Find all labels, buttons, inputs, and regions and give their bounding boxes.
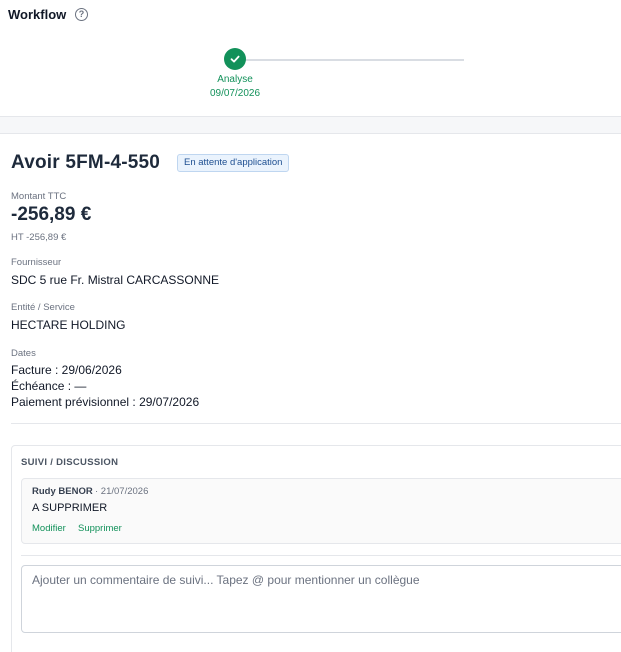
entity-value: HECTARE HOLDING bbox=[11, 318, 126, 332]
edit-comment-button[interactable]: Modifier bbox=[32, 523, 66, 534]
workflow-step-done-indicator[interactable] bbox=[224, 48, 246, 70]
workflow-step-label: Analyse bbox=[217, 74, 253, 85]
dates-label: Dates bbox=[11, 348, 36, 359]
comment-separator bbox=[21, 555, 621, 556]
check-icon bbox=[230, 55, 240, 63]
status-badge: En attente d'application bbox=[177, 154, 290, 172]
delete-comment-button[interactable]: Supprimer bbox=[78, 523, 122, 534]
due-date: Échéance : — bbox=[11, 379, 87, 393]
ht-label: HT bbox=[11, 232, 24, 243]
page-title: Avoir 5FM-4-550 bbox=[11, 152, 161, 173]
comment-date: · 21/07/2026 bbox=[95, 486, 149, 497]
ht-value: -256,89 € bbox=[26, 232, 67, 243]
supplier-value: SDC 5 rue Fr. Mistral CARCASSONNE bbox=[11, 273, 220, 287]
divider bbox=[11, 423, 621, 424]
workflow-progress-line bbox=[244, 59, 464, 61]
comment-input[interactable] bbox=[21, 565, 621, 633]
workflow-title: Workflow bbox=[8, 7, 67, 22]
supplier-label: Fournisseur bbox=[11, 257, 62, 268]
entity-label: Entité / Service bbox=[11, 302, 75, 313]
section-separator bbox=[0, 117, 621, 134]
amount-value: -256,89 € bbox=[11, 204, 92, 225]
invoice-date: Facture : 29/06/2026 bbox=[11, 363, 122, 377]
planned-payment-date: Paiement prévisionnel : 29/07/2026 bbox=[11, 395, 200, 409]
comment-text: A SUPPRIMER bbox=[32, 502, 108, 514]
ht-amount: HT -256,89 € bbox=[11, 232, 66, 243]
question-circle-icon[interactable]: ? bbox=[75, 8, 88, 21]
amount-label: Montant TTC bbox=[11, 191, 67, 202]
discussion-header: SUIVI / DISCUSSION bbox=[21, 457, 119, 468]
workflow-panel: Workflow ? Analyse 09/07/2026 bbox=[0, 0, 621, 117]
comment-author: Rudy BENOR bbox=[32, 486, 93, 497]
workflow-step-date: 09/07/2026 bbox=[209, 88, 261, 99]
